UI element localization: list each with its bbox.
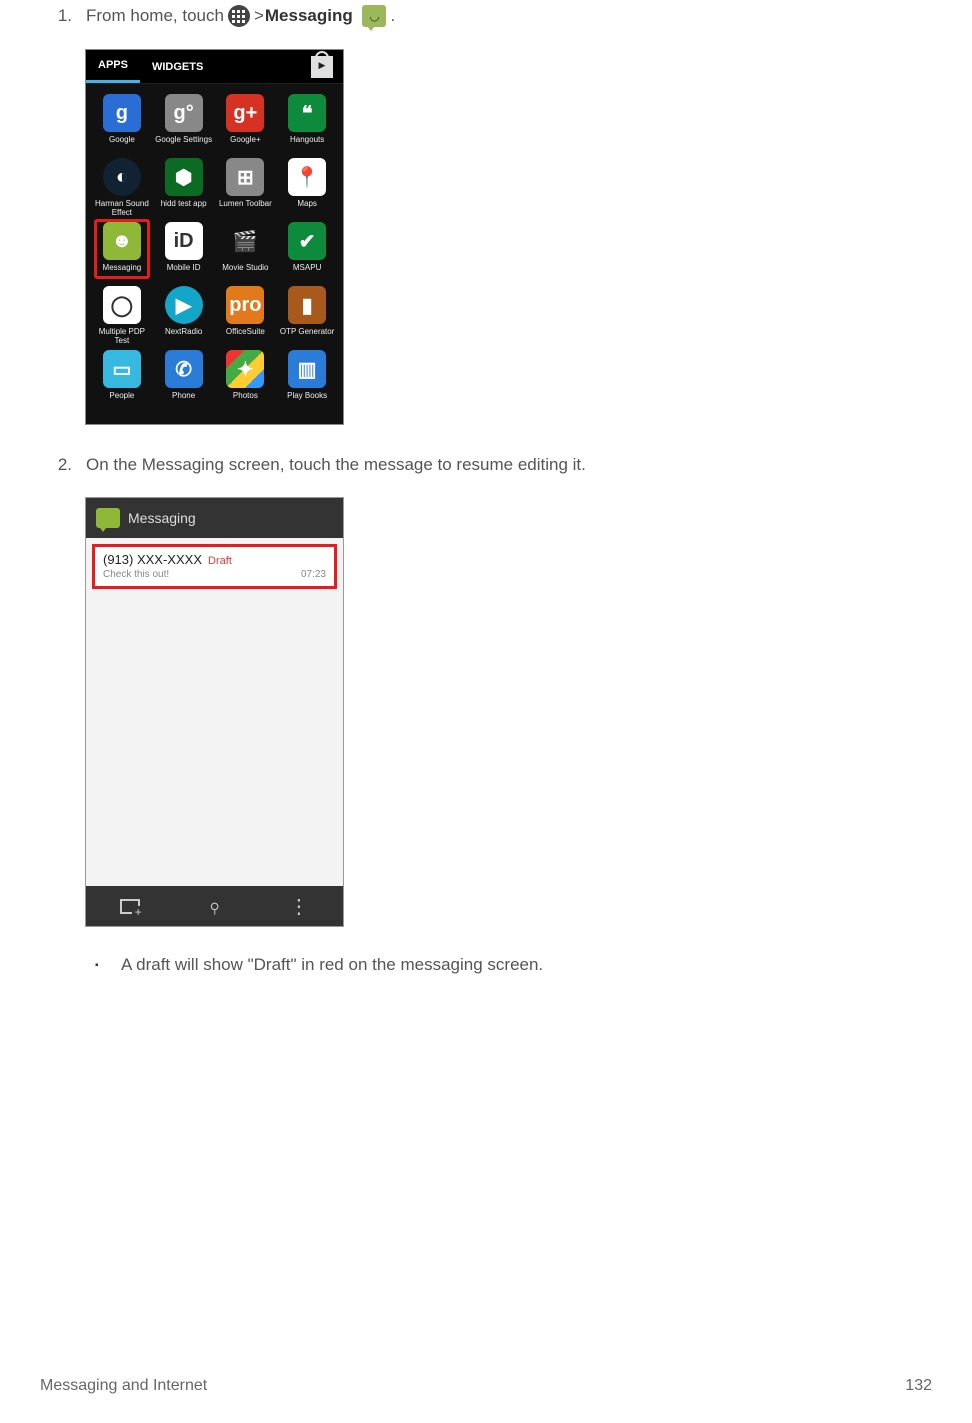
menu-icon[interactable] (289, 894, 309, 919)
app-icon: iD (165, 222, 203, 260)
message-subject: (913) XXX-XXXX (103, 552, 202, 567)
app-label: Phone (172, 392, 195, 410)
app-icon: ✦ (226, 350, 264, 388)
footer-page: 132 (905, 1377, 932, 1395)
app-mobile-id[interactable]: iD Mobile ID (154, 222, 214, 282)
app-label: Google (109, 136, 135, 154)
app-play-books[interactable]: ▥ Play Books (277, 350, 337, 410)
app-icon: ⬢ (165, 158, 203, 196)
app-label: Google Settings (155, 136, 212, 154)
app-msapu[interactable]: ✔ MSAPU (277, 222, 337, 282)
tab-apps[interactable]: APPS (86, 50, 140, 83)
drawer-tabs: APPS WIDGETS (86, 50, 343, 84)
messaging-header-icon (96, 508, 120, 528)
app-maps[interactable]: 📍 Maps (277, 158, 337, 218)
bullet-mark: ▪ (95, 960, 103, 975)
message-preview: Check this out! (103, 569, 169, 580)
step-text: From home, touch > Messaging ◡ . (86, 5, 395, 27)
apps-drawer-icon (228, 5, 250, 27)
app-label: Mobile ID (167, 264, 201, 282)
step-1: 1. From home, touch > Messaging ◡ . APPS… (40, 5, 932, 425)
search-icon[interactable] (208, 893, 220, 919)
messaging-header-title: Messaging (128, 510, 196, 526)
app-officesuite[interactable]: pro OfficeSuite (216, 286, 276, 346)
app-label: Hangouts (290, 136, 324, 154)
step-text: On the Messaging screen, touch the messa… (86, 455, 586, 475)
messaging-footer (86, 886, 343, 926)
app-icon: ☻ (103, 222, 141, 260)
screenshot-app-drawer: APPS WIDGETS g Google g° Google Settings g+ G… (85, 49, 344, 425)
app-label: NextRadio (165, 328, 202, 346)
app-grid: g Google g° Google Settings g+ Google+ ❝ Hangou… (86, 84, 343, 424)
app-icon: ✆ (165, 350, 203, 388)
app-label: OfficeSuite (226, 328, 265, 346)
app-icon: 📍 (288, 158, 326, 196)
app-hangouts[interactable]: ❝ Hangouts (277, 94, 337, 154)
app-icon: g (103, 94, 141, 132)
app-label: Play Books (287, 392, 327, 410)
app-nextradio[interactable]: ▶ NextRadio (154, 286, 214, 346)
app-icon: ◯ (103, 286, 141, 324)
app-label: People (109, 392, 134, 410)
app-label: Movie Studio (222, 264, 268, 282)
message-draft-row[interactable]: (913) XXX-XXXX Draft Check this out! 07:… (92, 544, 337, 589)
instruction-list: 1. From home, touch > Messaging ◡ . APPS… (40, 5, 932, 975)
screenshot-messaging-draft: Messaging (913) XXX-XXXX Draft Check thi… (85, 497, 344, 927)
app-lumen-toolbar[interactable]: ⊞ Lumen Toolbar (216, 158, 276, 218)
messaging-empty-area (86, 589, 343, 886)
messaging-header: Messaging (86, 498, 343, 538)
sub-bullet: ▪ A draft will show "Draft" in red on th… (95, 955, 932, 975)
message-time: 07:23 (301, 569, 326, 580)
app-icon: ◐ (103, 158, 141, 196)
app-google-settings[interactable]: g° Google Settings (154, 94, 214, 154)
draft-badge: Draft (208, 555, 232, 567)
app-label: Lumen Toolbar (219, 200, 272, 218)
app-google-[interactable]: g+ Google+ (216, 94, 276, 154)
app-icon: ▶ (165, 286, 203, 324)
app-icon: pro (226, 286, 264, 324)
app-label: Messaging (103, 264, 142, 282)
play-store-icon[interactable] (311, 56, 333, 78)
app-multiple-pdp-test[interactable]: ◯ Multiple PDP Test (92, 286, 152, 346)
app-icon: 🎬 (226, 222, 264, 260)
app-label: Maps (297, 200, 317, 218)
app-label: Harman Sound Effect (93, 200, 151, 218)
app-photos[interactable]: ✦ Photos (216, 350, 276, 410)
compose-icon[interactable] (120, 899, 140, 914)
app-hidd-test-app[interactable]: ⬢ hidd test app (154, 158, 214, 218)
bullet-text: A draft will show "Draft" in red on the … (121, 955, 543, 975)
messaging-app-icon: ◡ (362, 5, 386, 27)
app-otp-generator[interactable]: ▮ OTP Generator (277, 286, 337, 346)
app-label: MSAPU (293, 264, 321, 282)
tab-widgets[interactable]: WIDGETS (140, 50, 215, 83)
app-icon: ⊞ (226, 158, 264, 196)
app-movie-studio[interactable]: 🎬 Movie Studio (216, 222, 276, 282)
app-icon: ✔ (288, 222, 326, 260)
app-icon: ▮ (288, 286, 326, 324)
app-phone[interactable]: ✆ Phone (154, 350, 214, 410)
app-icon: g° (165, 94, 203, 132)
step-number: 1. (40, 6, 72, 26)
page-footer: Messaging and Internet 132 (40, 1377, 932, 1395)
app-google[interactable]: g Google (92, 94, 152, 154)
app-label: Photos (233, 392, 258, 410)
app-icon: ❝ (288, 94, 326, 132)
app-people[interactable]: ▭ People (92, 350, 152, 410)
app-label: OTP Generator (280, 328, 335, 346)
step-number: 2. (40, 455, 72, 475)
app-icon: g+ (226, 94, 264, 132)
app-label: Multiple PDP Test (93, 328, 151, 346)
app-harman-sound-effect[interactable]: ◐ Harman Sound Effect (92, 158, 152, 218)
app-label: Google+ (230, 136, 260, 154)
step-2: 2. On the Messaging screen, touch the me… (40, 455, 932, 975)
app-icon: ▭ (103, 350, 141, 388)
app-messaging[interactable]: ☻ Messaging (92, 222, 152, 282)
footer-section: Messaging and Internet (40, 1377, 207, 1395)
app-icon: ▥ (288, 350, 326, 388)
app-label: hidd test app (161, 200, 207, 218)
